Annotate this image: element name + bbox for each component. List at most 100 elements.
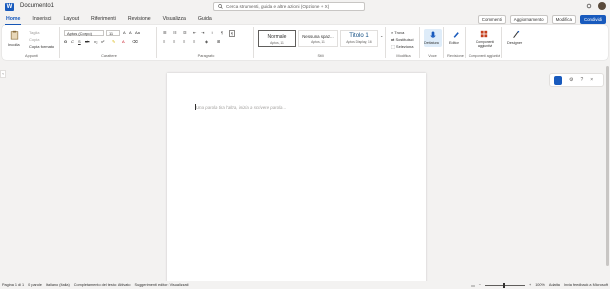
styles-more-icon[interactable]: ⌄ bbox=[380, 33, 383, 38]
tab-layout[interactable]: Layout bbox=[57, 14, 85, 24]
replace-button[interactable]: ⇄ Sostituisci bbox=[391, 37, 414, 42]
close-icon[interactable]: × bbox=[590, 77, 593, 83]
search-placeholder: Cerca strumenti, guida e altre azioni (O… bbox=[226, 4, 330, 9]
borders-icon[interactable]: ⊞ bbox=[217, 39, 220, 44]
italic-icon[interactable]: C bbox=[71, 39, 74, 44]
strikethrough-icon[interactable]: ab bbox=[85, 39, 89, 44]
addins-icon[interactable] bbox=[480, 30, 488, 38]
designer-button[interactable]: Designer bbox=[507, 41, 522, 45]
feedback-link[interactable]: Invia feedback a Microsoft bbox=[564, 283, 608, 287]
grow-font-icon[interactable]: A bbox=[123, 30, 126, 35]
document-title[interactable]: Documento1 bbox=[20, 3, 54, 9]
select-label: Seleziona bbox=[395, 44, 414, 49]
superscript-icon[interactable]: x² bbox=[101, 39, 104, 44]
justify-icon[interactable]: ≡ bbox=[193, 39, 195, 44]
autocomplete-status[interactable]: Completamento del testo: Attivato bbox=[74, 283, 131, 287]
zoom-slider-thumb[interactable] bbox=[502, 282, 505, 288]
decrease-indent-icon[interactable]: ⇤ bbox=[193, 30, 196, 35]
editor-icon[interactable] bbox=[452, 30, 460, 39]
page-count[interactable]: Pagina 1 di 1 bbox=[2, 283, 24, 287]
dictate-mic-icon[interactable] bbox=[554, 75, 562, 85]
tab-insert[interactable]: Inserisci bbox=[26, 14, 57, 24]
multilevel-icon[interactable]: ☲ bbox=[183, 30, 187, 35]
show-marks-icon[interactable]: ¶ bbox=[221, 30, 223, 35]
editing-group: ⌕ Trova ⇄ Sostituisci ⬚ Seleziona Modifi… bbox=[388, 27, 420, 58]
editor-suggestions-status[interactable]: Suggerimenti editor: Visualizzati bbox=[135, 283, 189, 287]
dictate-button[interactable]: Dettatura bbox=[424, 29, 442, 47]
navigation-pane-icon[interactable]: ‹ bbox=[0, 70, 6, 78]
find-button[interactable]: ⌕ Trova bbox=[391, 30, 404, 35]
status-bar: Pagina 1 di 1 0 parole Italiano (Italia)… bbox=[0, 281, 610, 289]
font-size-select[interactable]: 11 bbox=[106, 30, 120, 36]
font-family-select[interactable]: Aptos (Corpo) bbox=[64, 30, 104, 36]
view-mode-icon[interactable]: ▭ bbox=[471, 283, 475, 288]
style-heading1-name: Titolo 1 bbox=[349, 33, 369, 39]
editor-group: Editor Revisione bbox=[446, 27, 466, 58]
tab-help[interactable]: Guida bbox=[192, 14, 218, 24]
shrink-font-icon[interactable]: A bbox=[129, 30, 132, 35]
vertical-scrollbar[interactable] bbox=[605, 62, 610, 281]
edit-mode-button[interactable]: Modifica bbox=[551, 14, 576, 24]
title-bar: W Documento1 Cerca strumenti, guida e al… bbox=[0, 0, 610, 13]
select-button[interactable]: ⬚ Seleziona bbox=[391, 44, 413, 49]
style-no-spacing-name: Nessuna spaz... bbox=[302, 34, 334, 39]
paste-button[interactable]: Incolla bbox=[8, 42, 20, 47]
zoom-level[interactable]: 100% bbox=[535, 283, 545, 287]
settings-icon[interactable] bbox=[586, 3, 592, 9]
tab-references[interactable]: Riferimenti bbox=[85, 14, 122, 24]
search-input[interactable]: Cerca strumenti, guida e altre azioni (O… bbox=[213, 2, 365, 11]
align-center-icon[interactable]: ≡ bbox=[173, 39, 175, 44]
tab-view[interactable]: Visualizza bbox=[157, 14, 192, 24]
share-button[interactable]: Condividi bbox=[579, 14, 606, 24]
editor-button[interactable]: Editor bbox=[449, 41, 459, 45]
language-status[interactable]: Italiano (Italia) bbox=[46, 283, 70, 287]
microphone-icon bbox=[430, 31, 436, 38]
tab-review[interactable]: Revisione bbox=[122, 14, 157, 24]
fit-button[interactable]: Adatta bbox=[549, 283, 560, 287]
cut-button[interactable]: Taglia bbox=[29, 30, 39, 35]
align-left-icon[interactable]: ≡ bbox=[163, 39, 165, 44]
designer-icon[interactable] bbox=[512, 30, 520, 39]
bold-icon[interactable]: G bbox=[64, 39, 67, 44]
style-normal-sub: Aptos, 11 bbox=[270, 41, 284, 45]
style-no-spacing-sub: Aptos, 11 bbox=[311, 40, 325, 44]
avatar[interactable] bbox=[598, 2, 606, 10]
document-canvas: ‹ Una parola tira l'altra, inizia a scri… bbox=[0, 62, 610, 283]
select-icon: ⬚ bbox=[391, 44, 395, 49]
clear-format-icon[interactable]: ⌫ bbox=[132, 39, 138, 44]
word-count[interactable]: 0 parole bbox=[28, 283, 42, 287]
addins-group: Componenti aggiuntivi Componenti aggiunt… bbox=[468, 27, 502, 58]
subscript-icon[interactable]: x₂ bbox=[94, 39, 98, 44]
bullets-icon[interactable]: ☰ bbox=[163, 30, 167, 35]
highlight-icon[interactable]: ✎ bbox=[112, 39, 115, 44]
style-no-spacing[interactable]: Nessuna spaz... Aptos, 11 bbox=[298, 30, 338, 47]
addins-button[interactable]: Componenti aggiuntivi bbox=[469, 40, 501, 48]
zoom-slider[interactable] bbox=[484, 282, 525, 288]
zoom-in-icon[interactable]: + bbox=[529, 283, 531, 287]
paste-icon[interactable] bbox=[10, 30, 19, 40]
font-color-icon[interactable]: A bbox=[122, 39, 125, 44]
ltr-icon[interactable]: ¶ bbox=[229, 30, 236, 37]
line-spacing-icon[interactable]: ↕ bbox=[211, 30, 213, 35]
settings-gear-icon[interactable]: ⚙ bbox=[569, 77, 573, 83]
font-group-label: Carattere bbox=[101, 54, 117, 58]
editing-group-label: Modifica bbox=[396, 54, 411, 58]
tab-home[interactable]: Home bbox=[0, 14, 26, 25]
zoom-out-icon[interactable]: − bbox=[479, 283, 481, 287]
help-icon[interactable]: ? bbox=[580, 77, 583, 83]
align-right-icon[interactable]: ≡ bbox=[183, 39, 185, 44]
shading-icon[interactable]: ◈ bbox=[205, 39, 208, 44]
numbering-icon[interactable]: ☷ bbox=[173, 30, 177, 35]
style-normal[interactable]: Normale Aptos, 11 bbox=[258, 30, 296, 47]
change-case-icon[interactable]: Aa bbox=[135, 30, 140, 35]
updates-button[interactable]: Aggiornamento bbox=[509, 14, 548, 24]
document-page[interactable]: Una parola tira l'altra, inizia a scrive… bbox=[167, 73, 426, 283]
style-heading1[interactable]: Titolo 1 Aptos Display, 16 bbox=[340, 30, 378, 47]
format-painter-button[interactable]: Copia formato bbox=[29, 44, 54, 49]
underline-icon[interactable]: S bbox=[78, 39, 81, 44]
scrollbar-thumb[interactable] bbox=[606, 66, 609, 266]
increase-indent-icon[interactable]: ⇥ bbox=[201, 30, 204, 35]
comments-button[interactable]: Commenti bbox=[477, 14, 506, 24]
replace-label: Sostituisci bbox=[395, 37, 414, 42]
copy-button[interactable]: Copia bbox=[29, 37, 39, 42]
